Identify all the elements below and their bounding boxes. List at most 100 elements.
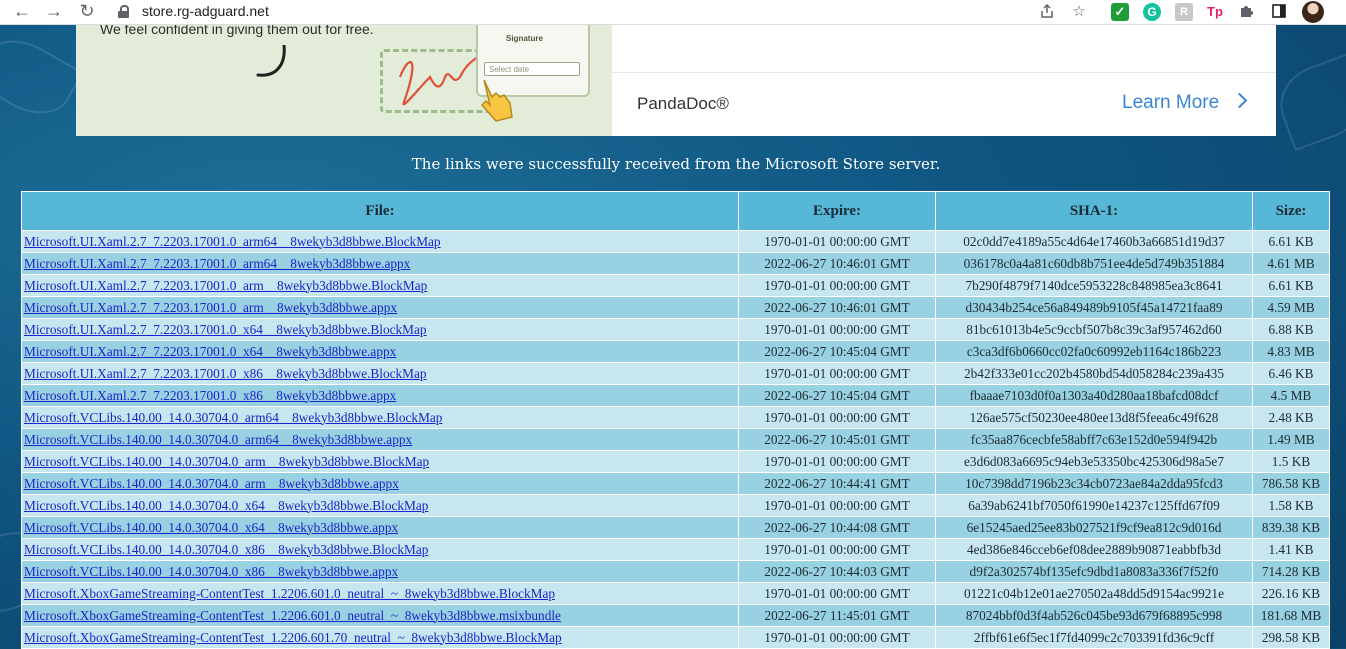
expire-cell: 2022-06-27 10:45:04 GMT [738, 340, 936, 363]
size-cell: 6.61 KB [1252, 274, 1330, 297]
file-download-link[interactable]: Microsoft.VCLibs.140.00_14.0.30704.0_arm… [24, 432, 412, 447]
table-row: Microsoft.UI.Xaml.2.7_7.2203.17001.0_arm… [21, 274, 1330, 297]
expire-cell: 1970-01-01 00:00:00 GMT [738, 494, 936, 517]
size-cell: 6.88 KB [1252, 318, 1330, 341]
table-row: Microsoft.XboxGameStreaming-ContentTest_… [21, 626, 1330, 649]
file-download-link[interactable]: Microsoft.VCLibs.140.00_14.0.30704.0_x64… [24, 520, 398, 535]
file-download-link[interactable]: Microsoft.XboxGameStreaming-ContentTest_… [24, 630, 562, 645]
ad-cta-panel[interactable]: PandaDoc® Learn More [612, 25, 1276, 136]
file-cell: Microsoft.UI.Xaml.2.7_7.2203.17001.0_x64… [21, 318, 739, 341]
file-download-link[interactable]: Microsoft.XboxGameStreaming-ContentTest_… [24, 586, 555, 601]
extension-check-icon[interactable]: ✓ [1111, 3, 1129, 21]
bookmark-star-icon[interactable]: ☆ [1070, 3, 1088, 21]
table-row: Microsoft.UI.Xaml.2.7_7.2203.17001.0_x86… [21, 384, 1330, 407]
file-download-link[interactable]: Microsoft.VCLibs.140.00_14.0.30704.0_x86… [24, 542, 428, 557]
share-icon[interactable] [1038, 3, 1056, 21]
column-header-expire: Expire: [738, 191, 936, 231]
size-cell: 714.28 KB [1252, 560, 1330, 583]
lock-icon[interactable] [118, 5, 129, 18]
sha1-cell: 2b42f333e01cc202b4580bd54d058284c239a435 [935, 362, 1253, 385]
reload-icon[interactable]: ↻ [73, 0, 101, 24]
date-field: Select date [484, 62, 580, 76]
table-row: Microsoft.VCLibs.140.00_14.0.30704.0_x86… [21, 538, 1330, 561]
table-row: Microsoft.UI.Xaml.2.7_7.2203.17001.0_arm… [21, 252, 1330, 275]
chevron-right-icon[interactable] [1231, 92, 1248, 109]
file-download-link[interactable]: Microsoft.UI.Xaml.2.7_7.2203.17001.0_arm… [24, 300, 397, 315]
grammarly-icon[interactable]: G [1143, 3, 1161, 21]
sha1-cell: d9f2a302574bf135efc9dbd1a8083a336f7f52f0 [935, 560, 1253, 583]
file-download-link[interactable]: Microsoft.UI.Xaml.2.7_7.2203.17001.0_arm… [24, 278, 427, 293]
column-header-sha1: SHA-1: [935, 191, 1253, 231]
file-download-link[interactable]: Microsoft.VCLibs.140.00_14.0.30704.0_arm… [24, 410, 442, 425]
size-cell: 226.16 KB [1252, 582, 1330, 605]
file-cell: Microsoft.VCLibs.140.00_14.0.30704.0_arm… [21, 406, 739, 429]
sha1-cell: 02c0dd7e4189a55c4d64e17460b3a66851d19d37 [935, 230, 1253, 253]
file-download-link[interactable]: Microsoft.UI.Xaml.2.7_7.2203.17001.0_x64… [24, 344, 396, 359]
background-leaf-decoration [1269, 52, 1346, 152]
expire-cell: 1970-01-01 00:00:00 GMT [738, 626, 936, 649]
browser-toolbar: ← → ↻ store.rg-adguard.net ☆ ✓ G R Tp [0, 0, 1346, 25]
side-panel-icon[interactable] [1270, 3, 1288, 21]
sha1-cell: d30434b254ce56a849489b9105f45a14721faa89 [935, 296, 1253, 319]
file-download-link[interactable]: Microsoft.UI.Xaml.2.7_7.2203.17001.0_x64… [24, 322, 427, 337]
file-cell: Microsoft.XboxGameStreaming-ContentTest_… [21, 582, 739, 605]
ad-illustration: We feel confident in giving them out for… [76, 25, 612, 136]
file-download-link[interactable]: Microsoft.VCLibs.140.00_14.0.30704.0_x86… [24, 564, 398, 579]
learn-more-link[interactable]: Learn More [1122, 92, 1219, 114]
size-cell: 839.38 KB [1252, 516, 1330, 539]
table-row: Microsoft.VCLibs.140.00_14.0.30704.0_x86… [21, 560, 1330, 583]
file-download-link[interactable]: Microsoft.VCLibs.140.00_14.0.30704.0_arm… [24, 476, 399, 491]
size-cell: 786.58 KB [1252, 472, 1330, 495]
size-cell: 4.83 MB [1252, 340, 1330, 363]
file-download-link[interactable]: Microsoft.UI.Xaml.2.7_7.2203.17001.0_arm… [24, 256, 410, 271]
sha1-cell: fbaaae7103d0f0a1303a40d280aa18bafcd08dcf [935, 384, 1253, 407]
table-row: Microsoft.VCLibs.140.00_14.0.30704.0_arm… [21, 450, 1330, 473]
file-download-link[interactable]: Microsoft.UI.Xaml.2.7_7.2203.17001.0_x86… [24, 388, 396, 403]
file-cell: Microsoft.UI.Xaml.2.7_7.2203.17001.0_arm… [21, 296, 739, 319]
file-download-link[interactable]: Microsoft.XboxGameStreaming-ContentTest_… [24, 608, 561, 623]
expire-cell: 2022-06-27 11:45:01 GMT [738, 604, 936, 627]
file-cell: Microsoft.UI.Xaml.2.7_7.2203.17001.0_x64… [21, 340, 739, 363]
sha1-cell: 036178c0a4a81c60db8b751ee4de5d749b351884 [935, 252, 1253, 275]
size-cell: 4.59 MB [1252, 296, 1330, 319]
expire-cell: 1970-01-01 00:00:00 GMT [738, 230, 936, 253]
address-bar[interactable]: store.rg-adguard.net [142, 3, 269, 19]
sha1-cell: 2ffbf61e6f5ec1f7fd4099c2c703391fd36c9cff [935, 626, 1253, 649]
expire-cell: 1970-01-01 00:00:00 GMT [738, 406, 936, 429]
table-row: Microsoft.UI.Xaml.2.7_7.2203.17001.0_x64… [21, 340, 1330, 363]
size-cell: 6.46 KB [1252, 362, 1330, 385]
size-cell: 1.49 MB [1252, 428, 1330, 451]
file-download-link[interactable]: Microsoft.UI.Xaml.2.7_7.2203.17001.0_x86… [24, 366, 427, 381]
file-cell: Microsoft.UI.Xaml.2.7_7.2203.17001.0_arm… [21, 274, 739, 297]
file-download-link[interactable]: Microsoft.VCLibs.140.00_14.0.30704.0_arm… [24, 454, 429, 469]
table-row: Microsoft.XboxGameStreaming-ContentTest_… [21, 604, 1330, 627]
file-cell: Microsoft.XboxGameStreaming-ContentTest_… [21, 604, 739, 627]
extension-grey-icon[interactable]: R [1175, 3, 1193, 21]
sha1-cell: 6a39ab6241bf7050f61990e14237c125ffd67f09 [935, 494, 1253, 517]
extensions-puzzle-icon[interactable] [1238, 3, 1256, 21]
table-row: Microsoft.UI.Xaml.2.7_7.2203.17001.0_arm… [21, 296, 1330, 319]
table-row: Microsoft.VCLibs.140.00_14.0.30704.0_x64… [21, 494, 1330, 517]
links-table: File: Expire: SHA-1: Size: Microsoft.UI.… [21, 191, 1330, 649]
size-cell: 1.5 KB [1252, 450, 1330, 473]
size-cell: 6.61 KB [1252, 230, 1330, 253]
sha1-cell: 7b290f4879f7140dce5953228c848985ea3c8641 [935, 274, 1253, 297]
forward-icon[interactable]: → [40, 0, 68, 24]
size-cell: 1.41 KB [1252, 538, 1330, 561]
extension-tp-icon[interactable]: Tp [1206, 3, 1224, 21]
expire-cell: 2022-06-27 10:44:08 GMT [738, 516, 936, 539]
back-icon[interactable]: ← [8, 0, 36, 24]
expire-cell: 2022-06-27 10:46:01 GMT [738, 252, 936, 275]
file-cell: Microsoft.VCLibs.140.00_14.0.30704.0_x64… [21, 494, 739, 517]
pointing-hand-icon [480, 79, 513, 122]
file-cell: Microsoft.VCLibs.140.00_14.0.30704.0_x86… [21, 538, 739, 561]
sha1-cell: 6e15245aed25ee83b027521f9cf9ea812c9d016d [935, 516, 1253, 539]
file-cell: Microsoft.XboxGameStreaming-ContentTest_… [21, 626, 739, 649]
size-cell: 1.58 KB [1252, 494, 1330, 517]
size-cell: 4.5 MB [1252, 384, 1330, 407]
advertisement-banner[interactable]: We feel confident in giving them out for… [76, 25, 1276, 136]
file-download-link[interactable]: Microsoft.VCLibs.140.00_14.0.30704.0_x64… [24, 498, 428, 513]
file-download-link[interactable]: Microsoft.UI.Xaml.2.7_7.2203.17001.0_arm… [24, 234, 441, 249]
profile-avatar[interactable] [1302, 1, 1324, 23]
table-row: Microsoft.VCLibs.140.00_14.0.30704.0_arm… [21, 406, 1330, 429]
